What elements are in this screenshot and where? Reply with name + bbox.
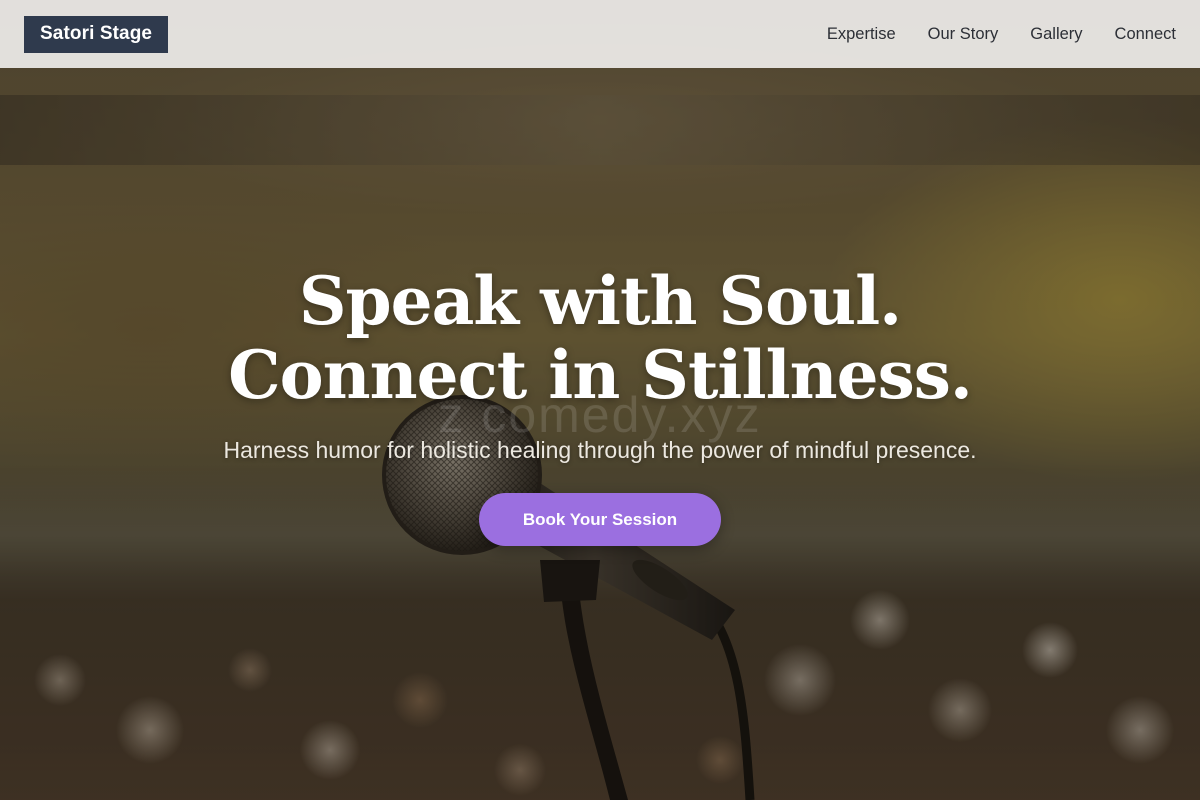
hero-title-line-2: Connect in Stillness.: [228, 336, 973, 414]
book-session-button[interactable]: Book Your Session: [479, 493, 721, 546]
brand-logo[interactable]: Satori Stage: [24, 15, 169, 53]
landing-page: Satori Stage Expertise Our Story Gallery…: [0, 0, 1200, 800]
hero-subtitle: Harness humor for holistic healing throu…: [223, 437, 977, 463]
nav-link-connect[interactable]: Connect: [1115, 25, 1176, 44]
nav-link-our-story[interactable]: Our Story: [928, 25, 999, 44]
hero-title-line-1: Speak with Soul.: [298, 262, 902, 340]
nav-links: Expertise Our Story Gallery Connect: [827, 25, 1176, 44]
hero-section: z comedy.xyz Speak with Soul. Connect in…: [0, 68, 1200, 800]
top-navigation-bar: Satori Stage Expertise Our Story Gallery…: [0, 0, 1200, 68]
nav-link-gallery[interactable]: Gallery: [1030, 25, 1082, 44]
hero-title: Speak with Soul. Connect in Stillness.: [0, 264, 1200, 412]
nav-link-expertise[interactable]: Expertise: [827, 25, 896, 44]
